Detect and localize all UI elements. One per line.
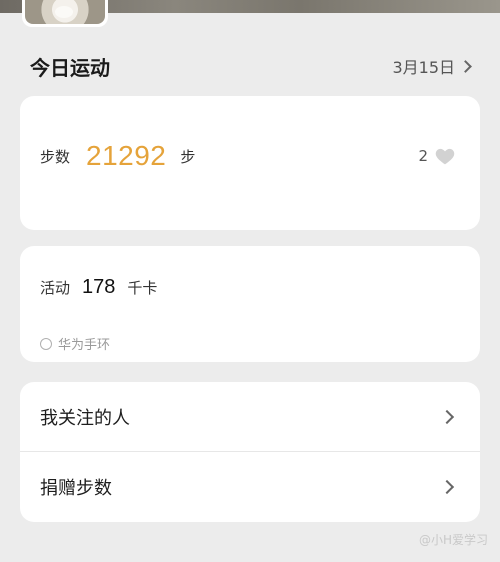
steps-label: 步数 <box>40 147 71 166</box>
steps-row: 步数 21292 步 2 <box>40 140 456 172</box>
social-list-card: 我关注的人 捐赠步数 <box>20 382 480 522</box>
device-name: 华为手环 <box>58 338 111 353</box>
activity-row: 活动 178 千卡 <box>40 276 157 299</box>
circle-icon <box>40 337 52 350</box>
avatar-photo <box>25 0 105 24</box>
watermark-text: @小H爱学习 <box>418 533 488 547</box>
steps-card[interactable]: 步数 21292 步 2 <box>20 96 480 230</box>
like-count: 2 <box>418 147 428 165</box>
list-item-label: 我关注的人 <box>40 407 130 429</box>
steps-unit: 步 <box>180 147 196 166</box>
avatar[interactable] <box>22 0 108 27</box>
list-item-label: 捐赠步数 <box>40 478 112 499</box>
watermark: @小H爱学习 <box>419 531 488 548</box>
like-button[interactable]: 2 <box>418 145 456 167</box>
list-item-following[interactable]: 我关注的人 <box>20 382 480 452</box>
date-selector[interactable]: 3月15日 <box>392 54 472 78</box>
heart-icon <box>435 148 455 165</box>
section-title: 今日运动 <box>30 55 110 80</box>
steps-value: 21292 <box>86 140 167 171</box>
activity-unit: 千卡 <box>127 279 158 297</box>
device-source: 华为手环 <box>40 334 110 353</box>
chevron-right-icon <box>439 479 455 495</box>
activity-label: 活动 <box>40 279 71 297</box>
chevron-right-icon <box>459 59 472 73</box>
activity-value: 178 <box>82 276 116 298</box>
date-label: 3月15日 <box>392 58 455 77</box>
today-exercise-header: 今日运动 3月15日 <box>30 52 472 80</box>
list-item-donate-steps[interactable]: 捐赠步数 <box>20 452 480 522</box>
activity-card[interactable]: 活动 178 千卡 华为手环 <box>20 246 480 362</box>
chevron-right-icon <box>439 409 455 424</box>
